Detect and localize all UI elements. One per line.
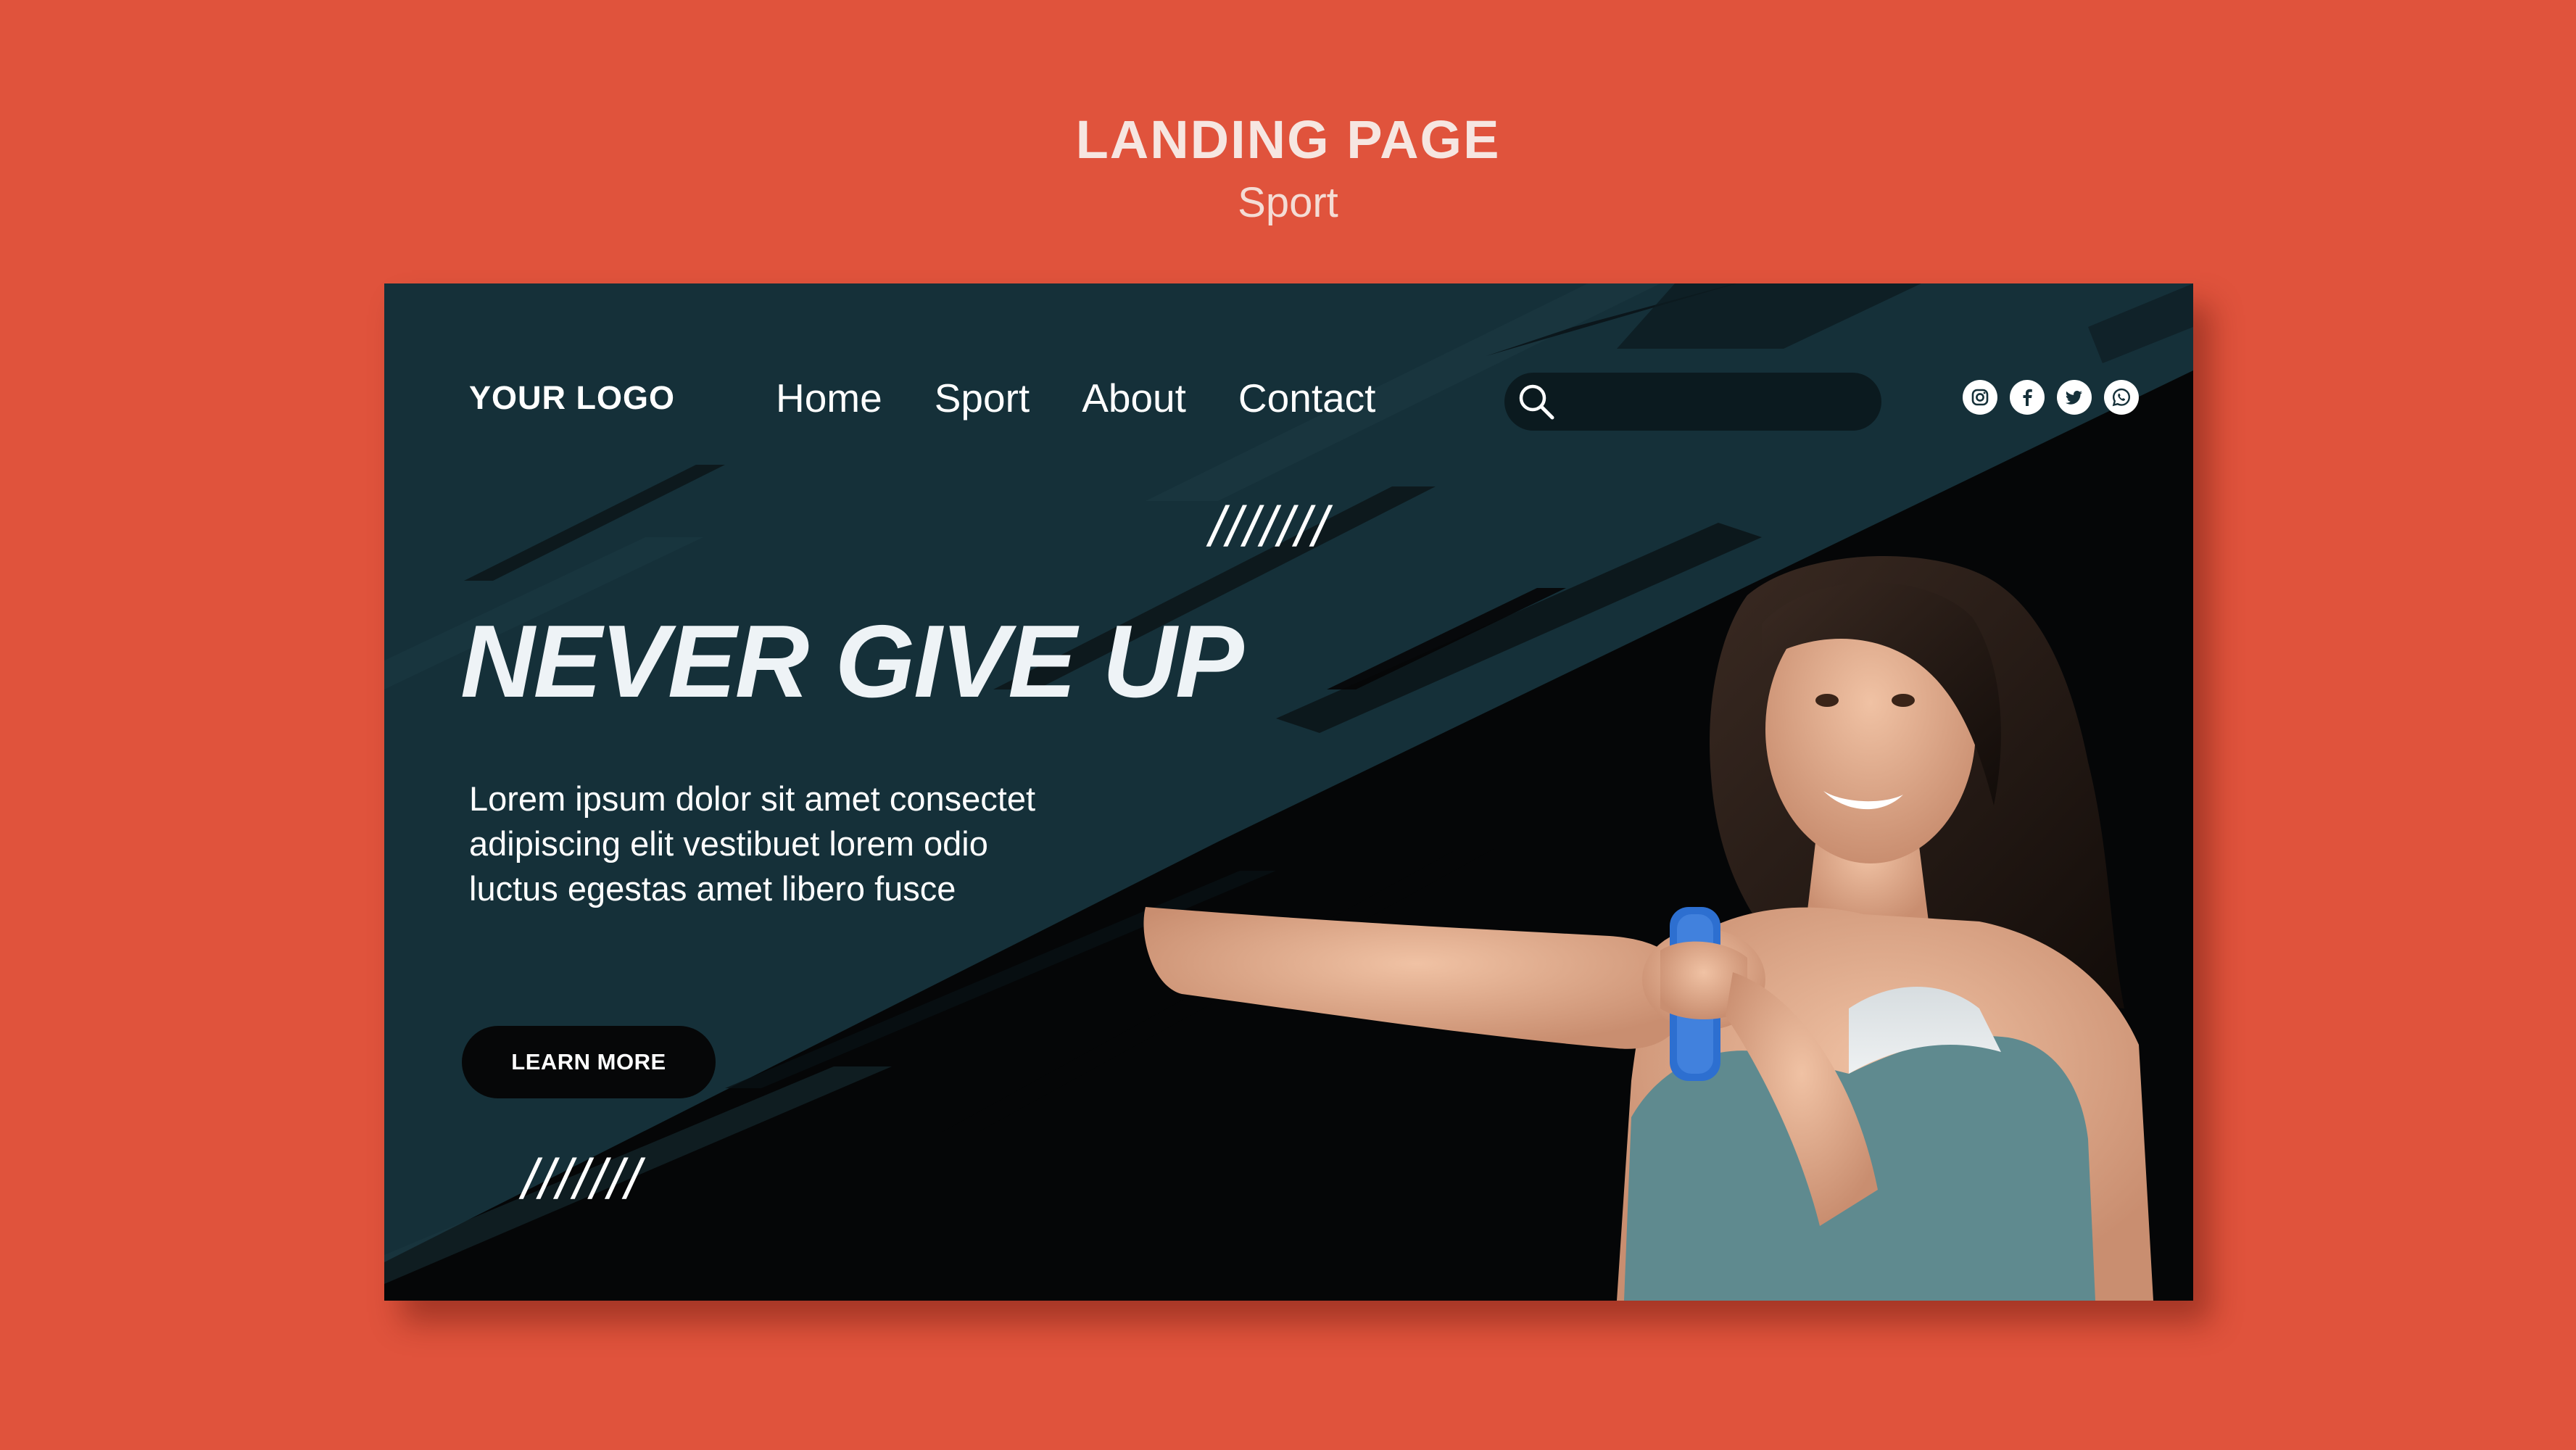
decor-slashes-top: /////// — [1209, 494, 1330, 558]
landing-page-mockup: YOUR LOGO Home Sport About Contact /////… — [384, 283, 2193, 1301]
search-input[interactable] — [1570, 380, 1863, 425]
body-line: adipiscing elit vestibuet lorem odio — [469, 824, 988, 863]
facebook-icon[interactable] — [2010, 380, 2045, 415]
learn-more-button[interactable]: LEARN MORE — [462, 1026, 716, 1098]
body-line: Lorem ipsum dolor sit amet consectet — [469, 779, 1036, 818]
logo[interactable]: YOUR LOGO — [469, 379, 675, 417]
whatsapp-icon[interactable] — [2104, 380, 2139, 415]
hero-headline: NEVER GIVE UP — [460, 604, 1244, 719]
decor-slashes-bottom: /////// — [522, 1147, 642, 1211]
search-bar[interactable] — [1504, 373, 1881, 431]
nav-about[interactable]: About — [1082, 375, 1186, 421]
social-links — [1963, 380, 2139, 415]
frame-subtitle: Sport — [1238, 179, 1338, 226]
frame-title: LANDING PAGE — [1075, 109, 1501, 170]
instagram-icon[interactable] — [1963, 380, 1997, 415]
hero-body-text: Lorem ipsum dolor sit amet consectet adi… — [469, 776, 1122, 911]
body-line: luctus egestas amet libero fusce — [469, 869, 956, 908]
nav-home[interactable]: Home — [776, 375, 882, 421]
search-icon[interactable] — [1516, 381, 1557, 422]
nav-contact[interactable]: Contact — [1238, 375, 1376, 421]
twitter-icon[interactable] — [2057, 380, 2092, 415]
main-nav: Home Sport About Contact — [776, 375, 1375, 421]
nav-sport[interactable]: Sport — [935, 375, 1030, 421]
